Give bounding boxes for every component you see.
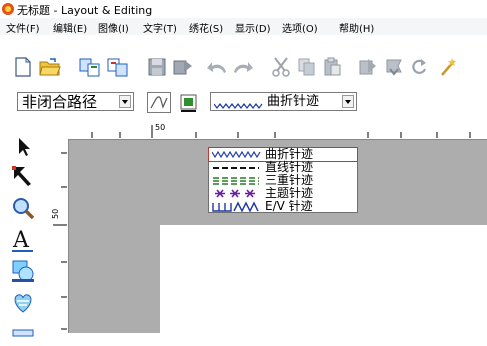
horizontal-ruler[interactable]: 50 <box>50 122 487 140</box>
ruler-left-label: 50 <box>51 208 60 219</box>
import-icon[interactable] <box>79 56 101 78</box>
vertical-ruler[interactable]: 50 <box>50 139 69 333</box>
menu-help[interactable]: 帮助(H) <box>339 20 374 35</box>
design-page[interactable] <box>160 225 487 333</box>
zigzag-stitch-icon <box>213 96 264 115</box>
save-icon[interactable] <box>146 56 168 78</box>
title-bar: 无标题 - Layout & Editing <box>0 0 487 18</box>
color-box-icon[interactable] <box>178 92 200 113</box>
chevron-down-icon[interactable] <box>119 95 131 108</box>
stitch-type-combo[interactable]: 曲折针迹 <box>210 92 357 111</box>
zoom-icon[interactable] <box>8 195 38 221</box>
path-toolbar: 非闭合路径 曲折针迹 <box>0 87 487 122</box>
menu-sew[interactable]: 绣花(S) <box>189 20 223 35</box>
svg-text:A: A <box>12 228 30 253</box>
main-toolbar <box>0 35 487 87</box>
chevron-down-icon[interactable] <box>342 95 354 108</box>
text-tool-icon[interactable]: A <box>8 227 38 253</box>
stitch-option-label: E/V 针迹 <box>265 199 313 213</box>
shape-tool-icon[interactable] <box>8 258 38 284</box>
menu-image[interactable]: 图像(I) <box>98 20 129 35</box>
menu-file[interactable]: 文件(F) <box>6 20 40 35</box>
open-folder-icon[interactable] <box>39 56 61 78</box>
window-title: 无标题 - Layout & Editing <box>17 4 153 17</box>
more-tools-icon[interactable] <box>8 320 38 346</box>
menu-bar: 文件(F) 编辑(E) 图像(I) 文字(T) 绣花(S) 显示(D) 选项(O… <box>0 18 487 35</box>
stitch-type-dropdown: 曲折针迹 直线针迹 三重针迹 主题针迹 E/V 针迹 <box>208 147 358 213</box>
app-icon <box>2 3 14 15</box>
stitch-type-value: 曲折针迹 <box>267 94 320 109</box>
path-type-combo[interactable]: 非闭合路径 <box>17 92 134 111</box>
rotate-icon[interactable] <box>408 56 430 78</box>
point-edit-icon[interactable] <box>8 163 38 189</box>
new-file-icon[interactable] <box>12 56 34 78</box>
cut-icon[interactable] <box>270 56 292 78</box>
zigzag-stitch-icon <box>211 149 262 160</box>
tool-box: A <box>0 122 50 337</box>
stamp-tool-icon[interactable] <box>8 290 38 316</box>
path-type-value: 非闭合路径 <box>22 93 98 111</box>
redo-icon[interactable] <box>232 56 254 78</box>
menu-display[interactable]: 显示(D) <box>235 20 271 35</box>
transfer-icon[interactable] <box>172 56 194 78</box>
undo-icon[interactable] <box>206 56 228 78</box>
stitch-option-ev[interactable]: E/V 针迹 <box>209 200 357 213</box>
wizard-icon[interactable] <box>437 56 459 78</box>
paste-icon[interactable] <box>321 56 343 78</box>
send-icon[interactable] <box>357 56 379 78</box>
receive-icon[interactable] <box>383 56 405 78</box>
running-stitch-icon <box>212 162 262 173</box>
menu-edit[interactable]: 编辑(E) <box>53 20 87 35</box>
copy-icon[interactable] <box>296 56 318 78</box>
ruler-top-label: 50 <box>155 123 166 132</box>
ev-stitch-icon <box>212 201 262 213</box>
triple-stitch-icon <box>212 175 262 186</box>
select-arrow-icon[interactable] <box>8 134 38 160</box>
curve-tool-icon[interactable] <box>147 92 171 113</box>
export-icon[interactable] <box>107 56 129 78</box>
menu-options[interactable]: 选项(O) <box>282 20 318 35</box>
motif-stitch-icon <box>212 188 262 199</box>
menu-text[interactable]: 文字(T) <box>143 20 177 35</box>
